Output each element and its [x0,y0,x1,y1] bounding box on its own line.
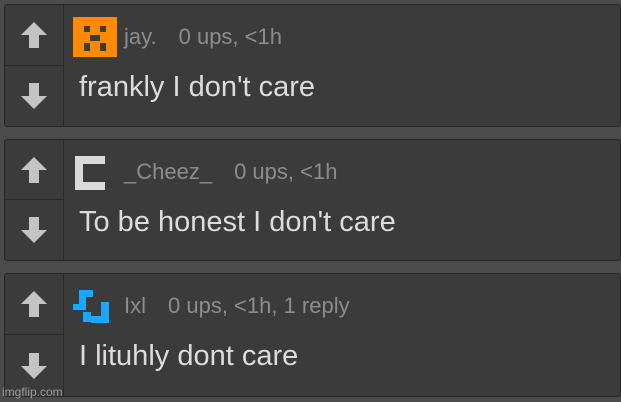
upvote-button[interactable] [5,5,63,66]
comment-body: _Cheez_ 0 ups, <1h To be honest I don't … [73,140,612,260]
arrow-up-icon [21,291,47,317]
comment-stats: 0 ups, <1h [178,24,282,49]
comment-stats: 0 ups, <1h, 1 reply [168,293,350,318]
arrow-up-icon [21,156,47,183]
comment-body: Ixl 0 ups, <1h, 1 reply I lituhly dont c… [73,274,612,396]
arrow-down-icon [21,217,47,243]
vote-column [5,140,64,260]
comment-text: frankly I don't care [79,71,316,103]
upvote-button[interactable] [5,274,63,335]
blue-bracket-avatar[interactable] [73,286,117,326]
comment-stats: 0 ups, <1h [234,159,338,184]
arrow-down-icon [21,82,47,109]
vote-column [5,274,64,396]
comment-username[interactable]: Ixl [124,293,146,319]
vote-column [5,5,64,126]
comment-username[interactable]: _Cheez_ [124,159,212,185]
comment-meta: jay. 0 ups, <1h [73,17,282,57]
comment-item: _Cheez_ 0 ups, <1h To be honest I don't … [4,139,621,261]
comment-text: To be honest I don't care [79,206,396,238]
arrow-up-icon [21,21,47,48]
orange-pixel-face-avatar[interactable] [73,17,117,57]
comment-text: I lituhly dont care [79,340,299,372]
downvote-button[interactable] [5,200,63,260]
comment-item: Ixl 0 ups, <1h, 1 reply I lituhly dont c… [4,273,621,397]
comment-thread: jay. 0 ups, <1h frankly I don't care _Ch… [0,0,621,402]
arrow-down-icon [21,352,47,379]
upvote-button[interactable] [5,140,63,200]
comment-username[interactable]: jay. [124,24,157,50]
comment-item: jay. 0 ups, <1h frankly I don't care [4,4,621,127]
comment-meta: _Cheez_ 0 ups, <1h [73,152,337,192]
downvote-button[interactable] [5,66,63,127]
gray-c-block-avatar[interactable] [73,152,117,192]
comment-meta: Ixl 0 ups, <1h, 1 reply [73,286,350,326]
imgflip-watermark: imgflip.com [2,385,63,399]
comment-body: jay. 0 ups, <1h frankly I don't care [73,5,612,126]
